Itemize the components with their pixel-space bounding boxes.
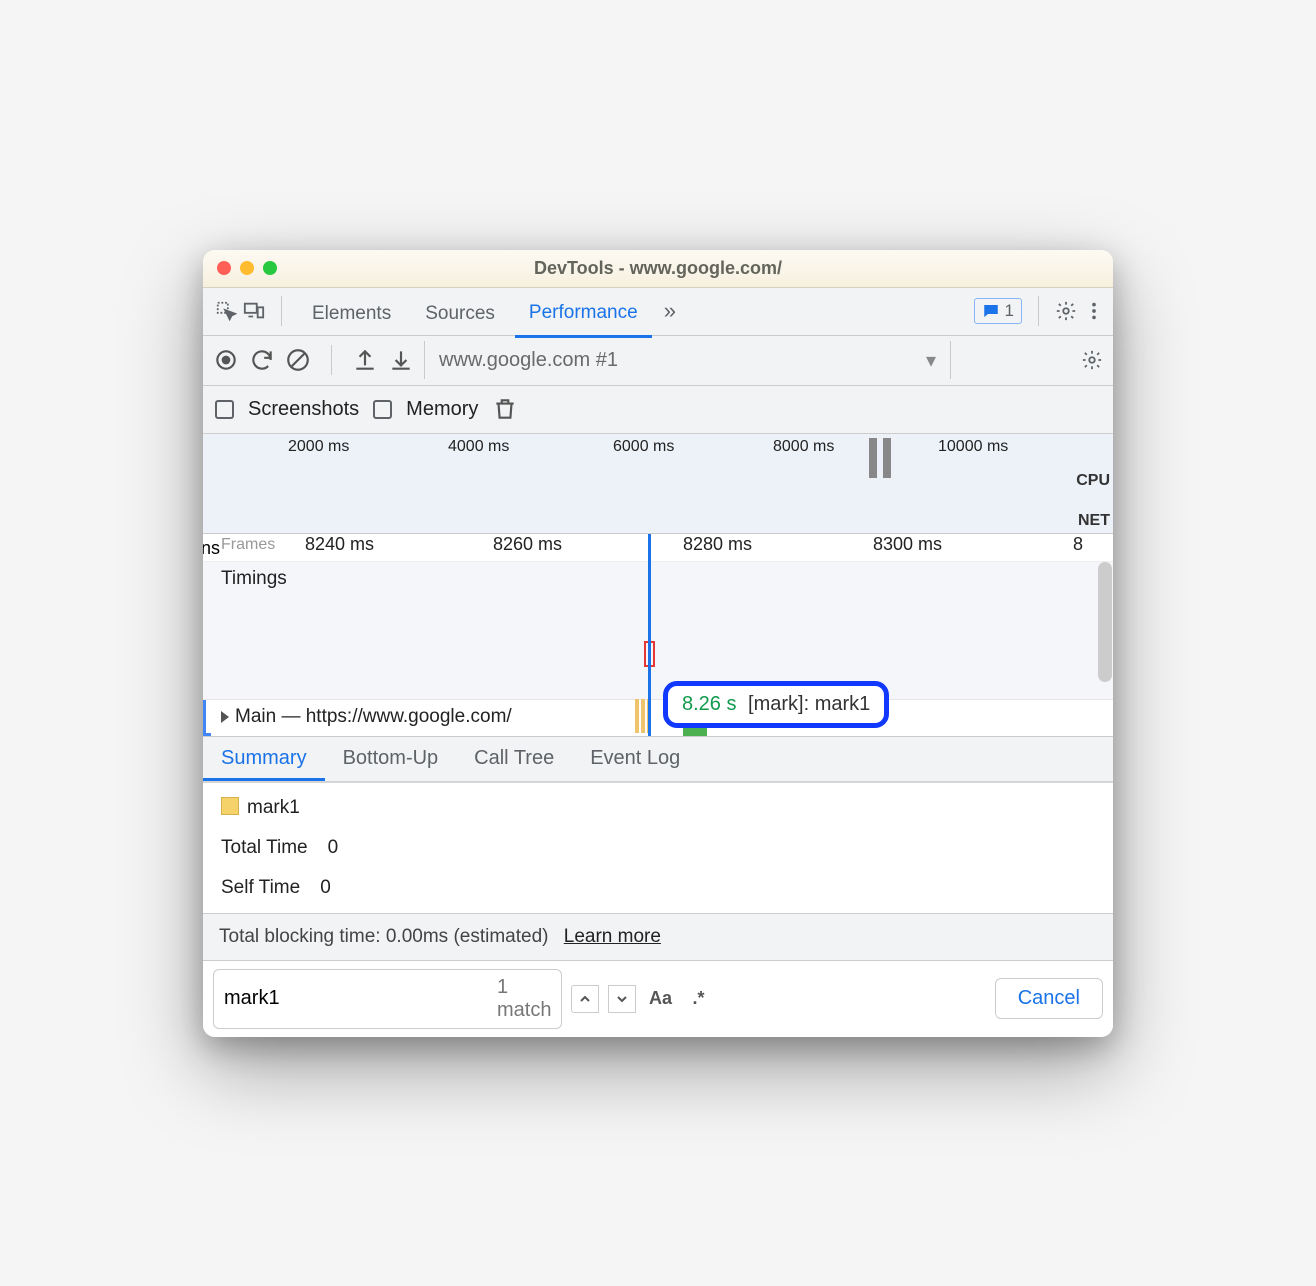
- separator: [281, 296, 282, 326]
- ruler-tick: 8300 ms: [873, 534, 942, 555]
- recording-dropdown[interactable]: www.google.com #1 ▾: [424, 341, 951, 379]
- perf-toolbar: www.google.com #1 ▾: [203, 336, 1113, 386]
- tab-elements[interactable]: Elements: [298, 292, 405, 336]
- clear-icon[interactable]: [285, 347, 311, 373]
- cancel-button[interactable]: Cancel: [995, 978, 1103, 1019]
- cpu-label: CPU: [1076, 472, 1110, 490]
- upload-icon[interactable]: [352, 347, 378, 373]
- tab-bottomup[interactable]: Bottom-Up: [325, 737, 457, 781]
- traffic-lights: [217, 261, 277, 275]
- color-swatch: [221, 797, 239, 815]
- search-input[interactable]: [224, 987, 489, 1010]
- memory-label: Memory: [406, 398, 478, 421]
- frames-label: Frames: [221, 536, 275, 554]
- more-tabs-icon[interactable]: »: [658, 298, 682, 324]
- overview-timeline[interactable]: 2000 ms 4000 ms 6000 ms 8000 ms 10000 ms…: [203, 434, 1113, 534]
- total-time-label: Total Time: [221, 837, 308, 859]
- self-time-value: 0: [320, 877, 331, 899]
- main-tabbar: Elements Sources Performance » 1: [203, 288, 1113, 336]
- expand-icon[interactable]: [221, 711, 229, 723]
- screenshots-label: Screenshots: [248, 398, 359, 421]
- total-time-value: 0: [328, 837, 339, 859]
- tab-performance[interactable]: Performance: [515, 291, 652, 338]
- overview-tick: 10000 ms: [938, 438, 1008, 456]
- gear-icon[interactable]: [1081, 349, 1103, 371]
- ruler-tick: 8260 ms: [493, 534, 562, 555]
- devtools-window: DevTools - www.google.com/ Elements Sour…: [203, 250, 1113, 1037]
- main-label: Main — https://www.google.com/: [235, 706, 512, 728]
- options-row: Screenshots Memory: [203, 386, 1113, 434]
- trash-icon[interactable]: [492, 396, 518, 422]
- overview-handle-right[interactable]: [883, 438, 891, 478]
- record-icon[interactable]: [213, 347, 239, 373]
- messages-badge[interactable]: 1: [974, 298, 1022, 324]
- learn-more-link[interactable]: Learn more: [564, 926, 661, 947]
- mark-tooltip: 8.26 s [mark]: mark1: [663, 681, 889, 728]
- memory-checkbox[interactable]: [373, 400, 392, 419]
- search-bar: 1 match Aa .* Cancel: [203, 960, 1113, 1037]
- ruler-tick: 8: [1073, 534, 1083, 555]
- overview-tick: 6000 ms: [613, 438, 674, 456]
- recording-label: www.google.com #1: [439, 349, 618, 372]
- blocking-time-footer: Total blocking time: 0.00ms (estimated) …: [203, 913, 1113, 960]
- search-next-icon[interactable]: [608, 985, 636, 1013]
- ruler-tick: 8240 ms: [305, 534, 374, 555]
- case-sensitive-toggle[interactable]: Aa: [646, 985, 674, 1013]
- screenshots-checkbox[interactable]: [215, 400, 234, 419]
- kebab-icon[interactable]: [1083, 300, 1105, 322]
- flame-ruler: Frames 8240 ms 8260 ms 8280 ms 8300 ms 8: [203, 534, 1113, 562]
- messages-count: 1: [1005, 301, 1014, 321]
- blocking-time-text: Total blocking time: 0.00ms (estimated): [219, 926, 548, 947]
- window-title: DevTools - www.google.com/: [203, 258, 1113, 279]
- summary-name: mark1: [247, 797, 300, 818]
- summary-panel: mark1 Total Time 0 Self Time 0: [203, 783, 1113, 913]
- tab-summary[interactable]: Summary: [203, 737, 325, 781]
- main-track[interactable]: Main — https://www.google.com/: [203, 699, 1113, 735]
- tab-calltree[interactable]: Call Tree: [456, 737, 572, 781]
- ruler-tick: 8280 ms: [683, 534, 752, 555]
- separator: [1038, 296, 1039, 326]
- minimize-icon[interactable]: [240, 261, 254, 275]
- inspect-icon[interactable]: [215, 300, 237, 322]
- timings-label: Timings: [221, 568, 287, 590]
- device-icon[interactable]: [243, 300, 265, 322]
- tab-eventlog[interactable]: Event Log: [572, 737, 698, 781]
- playhead[interactable]: [648, 534, 651, 736]
- details-tabbar: Summary Bottom-Up Call Tree Event Log: [203, 737, 1113, 783]
- overview-tick: 4000 ms: [448, 438, 509, 456]
- overview-handle-left[interactable]: [869, 438, 877, 478]
- search-box: 1 match: [213, 969, 562, 1029]
- gear-icon[interactable]: [1055, 300, 1077, 322]
- message-icon: [982, 302, 1000, 320]
- search-prev-icon[interactable]: [571, 985, 599, 1013]
- search-match-count: 1 match: [497, 976, 551, 1022]
- tab-sources[interactable]: Sources: [411, 292, 509, 336]
- download-icon[interactable]: [388, 347, 414, 373]
- net-label: NET: [1078, 512, 1110, 530]
- titlebar: DevTools - www.google.com/: [203, 250, 1113, 288]
- regex-toggle[interactable]: .*: [684, 985, 712, 1013]
- chevron-down-icon: ▾: [926, 348, 936, 373]
- overview-tick: 8000 ms: [773, 438, 834, 456]
- mark-time: 8.26 s: [682, 693, 736, 715]
- flame-chart[interactable]: ns Frames 8240 ms 8260 ms 8280 ms 8300 m…: [203, 534, 1113, 737]
- maximize-icon[interactable]: [263, 261, 277, 275]
- self-time-label: Self Time: [221, 877, 300, 899]
- timings-track[interactable]: Timings: [203, 562, 1113, 699]
- reload-icon[interactable]: [249, 347, 275, 373]
- close-icon[interactable]: [217, 261, 231, 275]
- separator: [331, 345, 332, 375]
- scrollbar[interactable]: [1098, 562, 1112, 682]
- overview-tick: 2000 ms: [288, 438, 349, 456]
- mark-desc: [mark]: mark1: [748, 693, 870, 715]
